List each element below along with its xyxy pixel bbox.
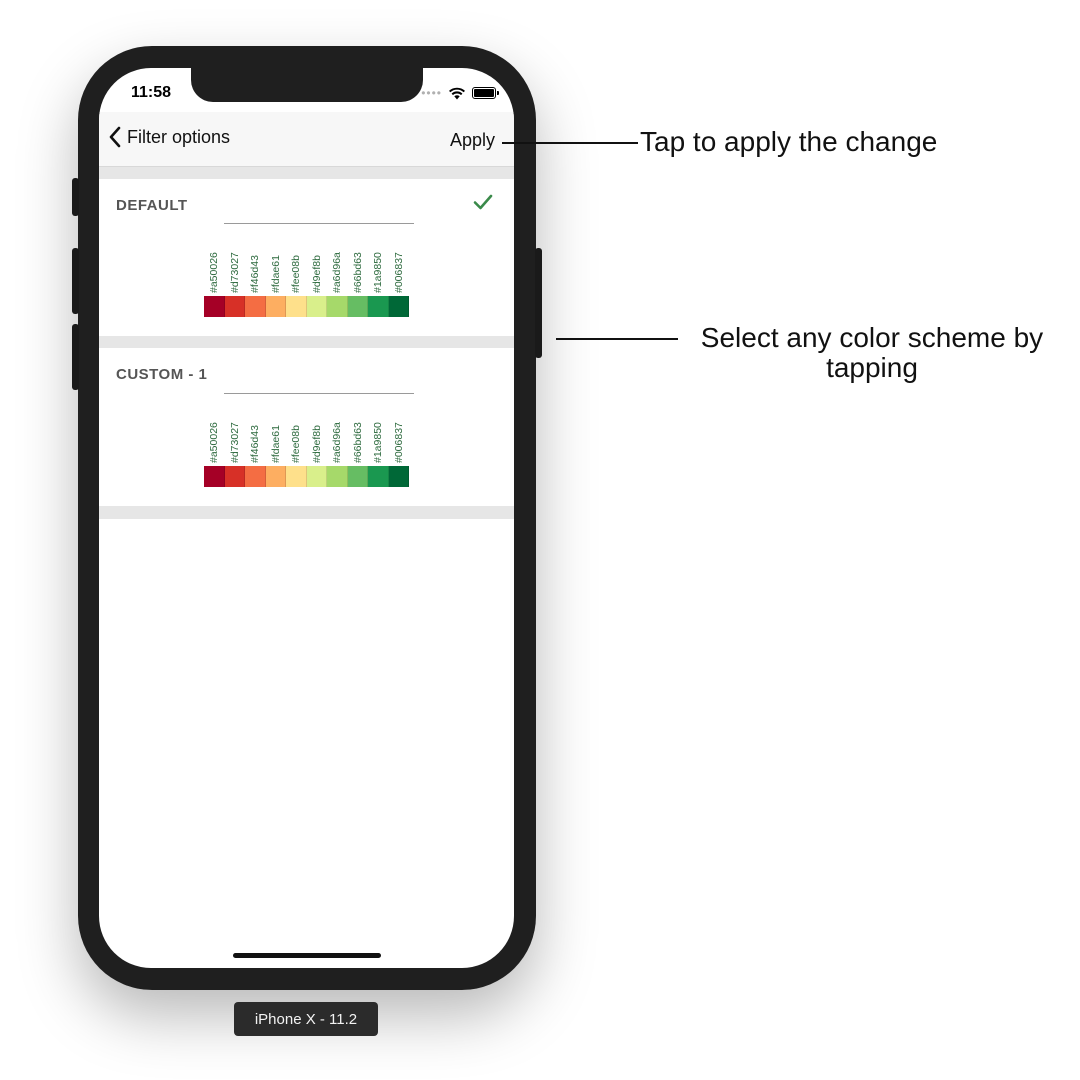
- color-code-labels: #a50026 #d73027 #f46d43 #fdae61 #fee08b …: [204, 213, 409, 293]
- color-swatch: [327, 466, 348, 487]
- battery-icon: [472, 87, 499, 99]
- color-code-label: #fdae61: [269, 425, 282, 463]
- color-code-label: #006837: [392, 422, 405, 463]
- back-button[interactable]: Filter options: [109, 126, 230, 148]
- section-separator: [99, 506, 514, 519]
- volume-up-button: [72, 248, 79, 314]
- section-separator: [99, 336, 514, 348]
- color-swatch: [347, 296, 368, 317]
- color-code-label: #006837: [392, 252, 405, 293]
- color-swatch: [368, 466, 389, 487]
- color-swatch: [265, 296, 286, 317]
- color-scheme-default[interactable]: DEFAULT #a50026 #d73027 #f46d43 #fdae61 …: [99, 179, 514, 336]
- power-button: [535, 248, 542, 358]
- scheme-title: DEFAULT: [116, 197, 188, 214]
- apply-callout-line: [502, 142, 638, 144]
- color-code-label: #1a9850: [372, 252, 384, 293]
- color-swatch: [286, 296, 307, 317]
- color-code-label: #1a9850: [372, 422, 384, 463]
- color-code-label: #fee08b: [290, 425, 302, 463]
- scheme-title: CUSTOM - 1: [116, 366, 208, 383]
- mute-switch: [72, 178, 79, 216]
- color-code-label: #66bd63: [351, 252, 364, 293]
- chevron-left-icon: [109, 126, 121, 148]
- select-callout-line-2: tapping: [826, 352, 918, 383]
- color-code-label: #f46d43: [249, 255, 261, 293]
- select-callout-text: Select any color scheme by tapping: [684, 323, 1060, 383]
- cellular-signal-icon: ••••: [421, 86, 442, 100]
- color-swatch-strip: [204, 466, 409, 487]
- color-swatch-strip: [204, 296, 409, 317]
- color-code-label: #66bd63: [351, 422, 364, 463]
- color-swatch: [388, 466, 409, 487]
- volume-down-button: [72, 324, 79, 390]
- apply-callout-text: Tap to apply the change: [640, 126, 938, 157]
- color-swatch: [265, 466, 286, 487]
- color-swatch: [368, 296, 389, 317]
- apply-button[interactable]: Apply: [450, 130, 495, 151]
- color-code-label: #fdae61: [269, 255, 282, 293]
- select-callout-line: [556, 338, 678, 340]
- color-swatch: [327, 296, 348, 317]
- section-separator: [99, 167, 514, 179]
- select-callout-line-1: Select any color scheme by: [700, 322, 1044, 353]
- color-code-label: #a6d96a: [331, 252, 343, 293]
- color-swatch: [204, 296, 225, 317]
- color-swatch: [286, 466, 307, 487]
- color-code-label: #d73027: [228, 252, 241, 293]
- color-swatch: [306, 296, 327, 317]
- home-indicator[interactable]: [233, 953, 381, 958]
- navigation-bar: Filter options Apply: [99, 112, 514, 167]
- color-swatch: [224, 466, 245, 487]
- color-swatch: [245, 296, 266, 317]
- back-label: Filter options: [127, 126, 231, 147]
- status-indicators: ••••: [421, 86, 499, 100]
- color-code-label: #d9ef8b: [310, 255, 323, 293]
- color-code-label: #a6d96a: [331, 422, 343, 463]
- color-code-label: #a50026: [208, 252, 220, 293]
- wifi-icon: [449, 87, 465, 99]
- color-code-label: #d9ef8b: [310, 425, 323, 463]
- color-code-label: #a50026: [208, 422, 220, 463]
- color-scheme-custom-1[interactable]: CUSTOM - 1 #a50026 #d73027 #f46d43 #fdae…: [99, 348, 514, 506]
- device-label: iPhone X - 11.2: [234, 1002, 378, 1036]
- checkmark-icon: [473, 194, 493, 210]
- status-time: 11:58: [131, 84, 172, 101]
- color-code-labels: #a50026 #d73027 #f46d43 #fdae61 #fee08b …: [204, 383, 409, 463]
- color-swatch: [347, 466, 368, 487]
- color-code-label: #d73027: [228, 422, 241, 463]
- color-swatch: [306, 466, 327, 487]
- color-swatch: [245, 466, 266, 487]
- color-code-label: #fee08b: [290, 255, 302, 293]
- color-swatch: [388, 296, 409, 317]
- phone-screen: 11:58 •••• Filter options Apply DEFAULT …: [99, 68, 514, 968]
- color-code-label: #f46d43: [249, 425, 261, 463]
- color-swatch: [204, 466, 225, 487]
- notch: [191, 68, 423, 102]
- color-swatch: [224, 296, 245, 317]
